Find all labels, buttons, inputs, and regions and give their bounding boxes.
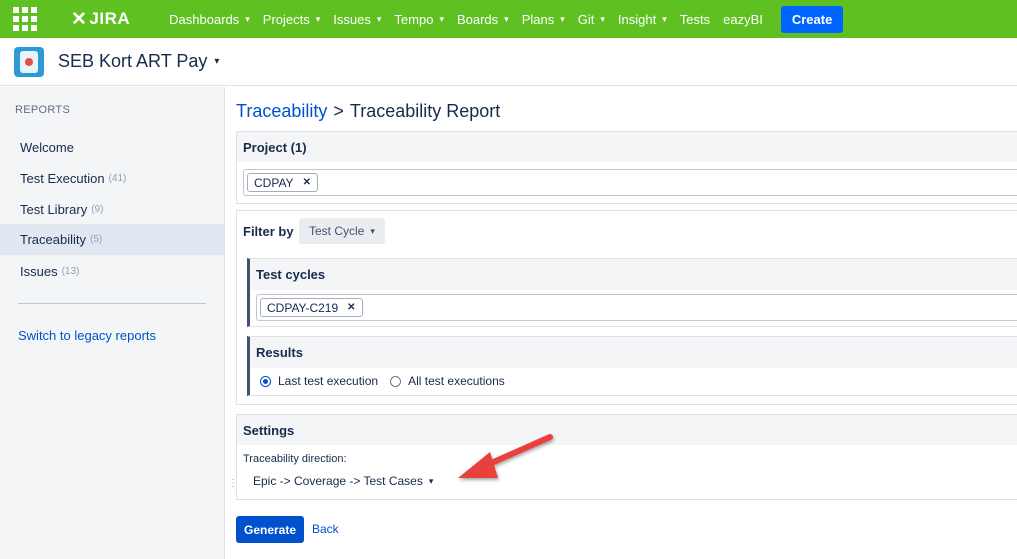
radio-last-execution[interactable]: [260, 375, 271, 387]
sidebar-item-label: Traceability: [20, 232, 86, 247]
nav-menu: Dashboards ▾ Projects ▾ Issues ▾ Tempo ▾ Boa…: [169, 5, 844, 33]
filter-panel: Filter by Test Cycle ▾ Test cycles CDPAY…: [236, 210, 1017, 405]
test-cycle-tag: CDPAY-C219 ✕: [260, 298, 363, 317]
settings-panel: Settings Traceability direction: Epic ->…: [236, 414, 1017, 500]
chevron-down-icon: ▾: [315, 13, 321, 24]
sidebar-item-label: Issues: [20, 264, 58, 279]
project-header: SEB Kort ART Pay ▾: [0, 38, 1017, 86]
results-panel: Results Last test execution All test exe…: [247, 336, 1017, 396]
nav-git[interactable]: Git ▾: [578, 12, 605, 27]
radio-label[interactable]: All test executions: [408, 374, 505, 388]
jira-logo-text: JIRA: [89, 9, 131, 28]
generate-button[interactable]: Generate: [236, 516, 305, 543]
filter-type-dropdown[interactable]: Test Cycle ▾: [299, 218, 385, 244]
sidebar-item-traceability[interactable]: Traceability (5): [0, 224, 224, 255]
create-button[interactable]: Create: [780, 5, 844, 33]
nav-dashboards[interactable]: Dashboards ▾: [169, 12, 250, 27]
filter-type-value: Test Cycle: [309, 224, 365, 238]
sidebar-item-count: (41): [108, 173, 127, 184]
project-tag: CDPAY ✕: [247, 173, 318, 192]
sidebar-item-label: Test Library: [20, 202, 88, 217]
back-link[interactable]: Back: [312, 522, 339, 536]
nav-label: Boards: [456, 11, 499, 27]
test-cycles-title: Test cycles: [250, 259, 1017, 290]
page-title: Traceability Report: [349, 101, 501, 121]
traceability-direction-select[interactable]: Epic -> Coverage -> Test Cases ▾: [253, 474, 433, 488]
nav-label: Projects: [262, 11, 310, 27]
remove-tag-icon[interactable]: ✕: [347, 302, 355, 313]
test-cycles-select-input[interactable]: CDPAY-C219 ✕: [256, 294, 1017, 321]
test-cycle-tag-label: CDPAY-C219: [267, 300, 339, 315]
chevron-down-icon: ▾: [245, 13, 250, 24]
nav-eazybi[interactable]: eazyBI: [723, 12, 763, 27]
project-panel: Project (1) CDPAY ✕: [236, 131, 1017, 204]
nav-projects[interactable]: Projects ▾: [263, 12, 321, 27]
sidebar-item-count: (9): [91, 204, 104, 215]
top-navigation-bar: ✕ JIRA Dashboards ▾ Projects ▾ Issues ▾ Tem…: [0, 0, 1017, 38]
project-title[interactable]: SEB Kort ART Pay ▾: [58, 51, 219, 72]
traceability-direction-value: Epic -> Coverage -> Test Cases: [253, 474, 423, 488]
nav-label: Tempo: [394, 11, 434, 27]
nav-label: Insight: [617, 11, 657, 27]
results-options: Last test execution All test executions: [260, 374, 505, 388]
sidebar-divider: [18, 303, 206, 304]
reports-sidebar: REPORTS Welcome Test Execution (41) Test…: [0, 87, 225, 559]
nav-label: Issues: [333, 11, 371, 27]
project-avatar[interactable]: [14, 46, 44, 77]
jira-logo-icon: ✕: [71, 8, 88, 30]
settings-title: Settings: [237, 415, 1017, 445]
project-tag-label: CDPAY: [254, 175, 294, 190]
chevron-down-icon: ▾: [662, 13, 667, 24]
project-panel-title: Project (1): [237, 132, 1017, 162]
nav-tempo[interactable]: Tempo ▾: [394, 12, 444, 27]
chevron-down-icon: ▾: [560, 13, 565, 24]
remove-tag-icon[interactable]: ✕: [303, 177, 311, 188]
project-name: SEB Kort ART Pay: [58, 51, 208, 71]
sidebar-heading: REPORTS: [15, 104, 71, 116]
chevron-down-icon: ▾: [370, 225, 375, 236]
filter-by-label: Filter by: [243, 224, 294, 239]
nav-plans[interactable]: Plans ▾: [522, 12, 565, 27]
chevron-down-icon: ▾: [428, 475, 434, 486]
traceability-direction-label: Traceability direction:: [243, 453, 347, 465]
nav-tests[interactable]: Tests: [680, 12, 710, 27]
app-switcher-icon[interactable]: [13, 7, 37, 31]
chevron-down-icon: ▾: [504, 13, 509, 24]
radio-label[interactable]: Last test execution: [278, 374, 378, 388]
nav-label: eazyBI: [723, 11, 763, 27]
sidebar-item-test-execution[interactable]: Test Execution (41): [0, 163, 224, 194]
breadcrumb-traceability-link[interactable]: Traceability: [236, 101, 327, 121]
jira-logo[interactable]: ✕ JIRA: [71, 8, 130, 31]
chevron-down-icon: ▾: [600, 13, 605, 24]
sidebar-item-label: Welcome: [20, 140, 74, 155]
chevron-down-icon: ▾: [376, 13, 382, 24]
chevron-down-icon: ▾: [214, 56, 220, 67]
breadcrumb: Traceability > Traceability Report: [236, 101, 500, 122]
breadcrumb-separator: >: [333, 101, 344, 121]
main-content: Traceability > Traceability Report Project…: [226, 87, 1017, 559]
chevron-down-icon: ▾: [439, 13, 444, 24]
nav-insight[interactable]: Insight ▾: [618, 12, 667, 27]
test-cycles-panel: Test cycles CDPAY-C219 ✕: [247, 258, 1017, 327]
nav-boards[interactable]: Boards ▾: [457, 12, 509, 27]
resize-handle[interactable]: ⋮: [228, 479, 238, 494]
sidebar-item-label: Test Execution: [20, 171, 105, 186]
nav-label: Tests: [679, 11, 711, 27]
switch-legacy-reports-link[interactable]: Switch to legacy reports: [18, 328, 156, 343]
sidebar-item-welcome[interactable]: Welcome: [0, 132, 224, 163]
nav-label: Dashboards: [169, 11, 240, 27]
nav-label: Git: [577, 11, 595, 27]
nav-label: Plans: [521, 11, 555, 27]
sidebar-item-test-library[interactable]: Test Library (9): [0, 194, 224, 225]
sidebar-item-count: (13): [61, 266, 80, 277]
results-title: Results: [250, 337, 1017, 368]
nav-issues[interactable]: Issues ▾: [333, 12, 381, 27]
project-select-input[interactable]: CDPAY ✕: [243, 169, 1017, 196]
sidebar-item-count: (5): [89, 234, 103, 245]
radio-all-executions[interactable]: [390, 375, 402, 387]
sidebar-item-issues[interactable]: Issues (13): [0, 256, 224, 287]
